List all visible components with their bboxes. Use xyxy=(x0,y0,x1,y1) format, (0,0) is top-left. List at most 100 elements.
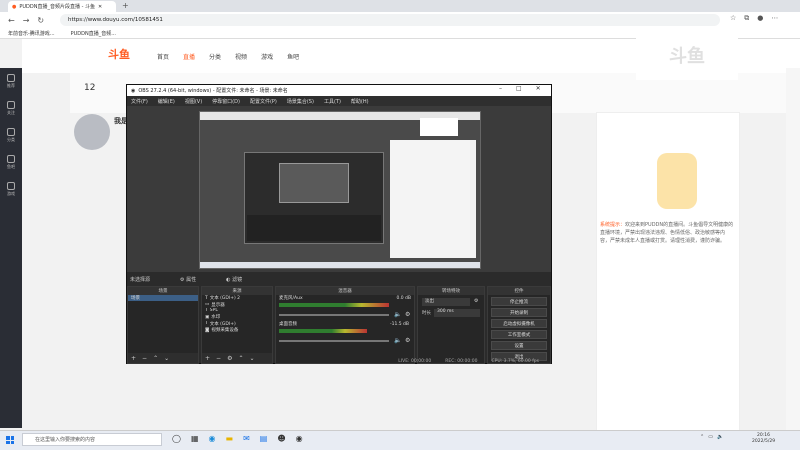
speaker-icon[interactable]: 🔈 xyxy=(394,311,401,318)
menu-docks[interactable]: 停靠窗口(D) xyxy=(212,98,240,105)
douyu-watermark-logo: 斗鱼 xyxy=(636,30,738,80)
sidebar-item-recommend[interactable]: 推荐 xyxy=(7,74,15,89)
preview-logo xyxy=(420,118,458,136)
notice-label: 系统提示： xyxy=(600,222,626,228)
properties-button[interactable]: ⚙ 属性 xyxy=(180,276,196,283)
file-explorer-icon[interactable]: ▬ xyxy=(226,434,234,443)
heart-icon xyxy=(7,101,15,109)
sidebar-item-category[interactable]: 分类 xyxy=(7,128,15,143)
maximize-icon[interactable]: □ xyxy=(516,85,522,92)
widgets-icon[interactable]: ▦ xyxy=(191,434,199,443)
favorite-icon[interactable]: ☆ xyxy=(730,14,736,23)
desktop-volume-slider[interactable] xyxy=(279,340,389,342)
menu-scene-collection[interactable]: 场景集合(S) xyxy=(287,98,314,105)
gear-icon[interactable]: ⚙ xyxy=(474,298,478,304)
text-icon: T xyxy=(205,321,208,327)
sidebar-item-yuba[interactable]: 鱼吧 xyxy=(7,155,15,170)
obs-menubar: 文件(F) 编辑(E) 视图(V) 停靠窗口(D) 配置文件(P) 场景集合(S… xyxy=(127,96,551,106)
nav-game[interactable]: 游戏 xyxy=(261,52,273,61)
clock-date: 2022/5/29 xyxy=(752,439,776,445)
menu-file[interactable]: 文件(F) xyxy=(131,98,148,105)
extensions-icon[interactable]: ⧉ xyxy=(744,14,749,23)
start-recording-button[interactable]: 开始录制 xyxy=(491,308,547,317)
scenes-dock: 场景 场景 + − ⌃ ⌄ xyxy=(127,286,199,364)
forward-icon[interactable]: → xyxy=(23,16,30,25)
right-toolbar xyxy=(786,68,800,430)
back-icon[interactable]: ← xyxy=(8,16,15,25)
browser-tab[interactable]: ● PUDDN直播_音频片段直播 - 斗鱼 ✕ xyxy=(8,1,116,12)
minimize-icon[interactable]: – xyxy=(499,85,502,92)
source-item[interactable]: ◙ 视频采集设备 xyxy=(202,327,272,334)
filters-button[interactable]: ◐ 滤镜 xyxy=(226,276,242,283)
network-icon[interactable]: ▭ xyxy=(708,434,713,440)
scene-item[interactable]: 场景 xyxy=(128,295,198,302)
menu-icon[interactable]: ⋯ xyxy=(771,14,778,23)
nav-yuba[interactable]: 鱼吧 xyxy=(287,52,299,61)
sidebar-item-follow[interactable]: 关注 xyxy=(7,101,15,116)
windows-start-icon[interactable] xyxy=(6,436,14,444)
sidebar-item-game[interactable]: 游戏 xyxy=(7,182,15,197)
taskbar-clock[interactable]: 20:16 2022/5/29 xyxy=(752,433,775,445)
chevron-up-icon[interactable]: ⌃ xyxy=(700,434,704,440)
preview-chat xyxy=(390,140,476,258)
mic-volume-slider[interactable] xyxy=(279,314,389,316)
gamepad-icon xyxy=(7,182,15,190)
mixer-title: 混音器 xyxy=(276,287,414,295)
preview-nested-docks xyxy=(247,215,381,241)
controls-title: 控件 xyxy=(488,287,550,295)
duration-input[interactable]: 300 ms xyxy=(434,309,480,317)
settings-button[interactable]: 设置 xyxy=(491,341,547,350)
taskbar-search[interactable]: 在这里输入你要搜索的内容 xyxy=(22,433,162,446)
transition-select[interactable]: 淡出 xyxy=(422,298,470,306)
app-icon[interactable]: ☻ xyxy=(277,434,285,443)
bookmark-1[interactable]: 年前音乐-腾讯游戏... xyxy=(8,30,55,37)
virtual-camera-button[interactable]: 启动虚拟摄像机 xyxy=(491,319,547,328)
nav-live[interactable]: 直播 xyxy=(183,52,195,61)
studio-mode-button[interactable]: 工作室模式 xyxy=(491,330,547,339)
edge-icon[interactable]: ◉ xyxy=(209,434,216,443)
chat-panel xyxy=(596,112,740,432)
follow-count: 12 xyxy=(84,83,96,93)
system-tray: ⌃ ▭ 🔈 xyxy=(700,434,723,440)
search-placeholder: 在这里输入你要搜索的内容 xyxy=(35,437,96,443)
address-bar[interactable]: https://www.douyu.com/10581451 xyxy=(60,14,720,26)
mixer-dock: 混音器 麦克风/Aux 0.0 dB 🔈 ⚙ 桌面音频 -11.5 dB 🔈 ⚙ xyxy=(275,286,415,364)
task-view-icon[interactable]: ◯ xyxy=(172,434,181,443)
profile-icon[interactable]: ● xyxy=(757,14,763,23)
streamer-avatar[interactable] xyxy=(74,114,110,150)
mascot-image xyxy=(657,153,697,209)
bookmark-2[interactable]: PUDDN直播_音频... xyxy=(71,30,116,37)
obs-titlebar: ◉ OBS 27.2.4 (64-bit, windows) - 配置文件: 未… xyxy=(127,85,551,96)
menu-edit[interactable]: 编辑(E) xyxy=(158,98,175,105)
scenes-title: 场景 xyxy=(128,287,198,295)
store-icon[interactable]: ▤ xyxy=(260,434,268,443)
menu-profile[interactable]: 配置文件(P) xyxy=(250,98,277,105)
nav-category[interactable]: 分类 xyxy=(209,52,221,61)
cpu-fps: CPU: 3.7%, 60.00 fps xyxy=(491,358,540,364)
obs-preview[interactable] xyxy=(199,111,481,269)
speaker-icon[interactable]: 🔈 xyxy=(394,337,401,344)
stop-streaming-button[interactable]: 停止推流 xyxy=(491,297,547,306)
volume-icon[interactable]: 🔈 xyxy=(717,434,723,440)
mail-icon[interactable]: ✉ xyxy=(243,434,250,443)
browser-tab-strip xyxy=(0,0,800,12)
reload-icon[interactable]: ↻ xyxy=(37,16,44,25)
site-sidebar: 推荐 关注 分类 鱼吧 游戏 xyxy=(0,68,22,428)
obs-title: OBS 27.2.4 (64-bit, windows) - 配置文件: 未命名… xyxy=(138,88,288,94)
menu-tools[interactable]: 工具(T) xyxy=(324,98,341,105)
gear-icon[interactable]: ⚙ xyxy=(405,337,410,344)
obs-icon[interactable]: ◉ xyxy=(296,434,303,443)
close-icon[interactable]: ✕ xyxy=(536,85,541,92)
menu-help[interactable]: 帮助(H) xyxy=(351,98,369,105)
nav-home[interactable]: 首页 xyxy=(157,52,169,61)
no-source-label: 未选择源 xyxy=(130,276,151,283)
new-tab-icon[interactable]: + xyxy=(122,1,129,10)
obs-logo-icon: ◉ xyxy=(131,87,136,94)
sources-dock: 来源 T 文本 (GDI+) 2 ▭ 显示器 T SPL ▣ 水印 T 文本 (GDI+)… xyxy=(201,286,273,364)
menu-view[interactable]: 视图(V) xyxy=(185,98,202,105)
tab-close-icon[interactable]: ✕ xyxy=(98,4,102,10)
nav-video[interactable]: 视频 xyxy=(235,52,247,61)
douyu-logo[interactable]: 斗鱼 xyxy=(108,46,134,64)
gear-icon[interactable]: ⚙ xyxy=(405,311,410,318)
preview-taskbar xyxy=(200,262,480,268)
